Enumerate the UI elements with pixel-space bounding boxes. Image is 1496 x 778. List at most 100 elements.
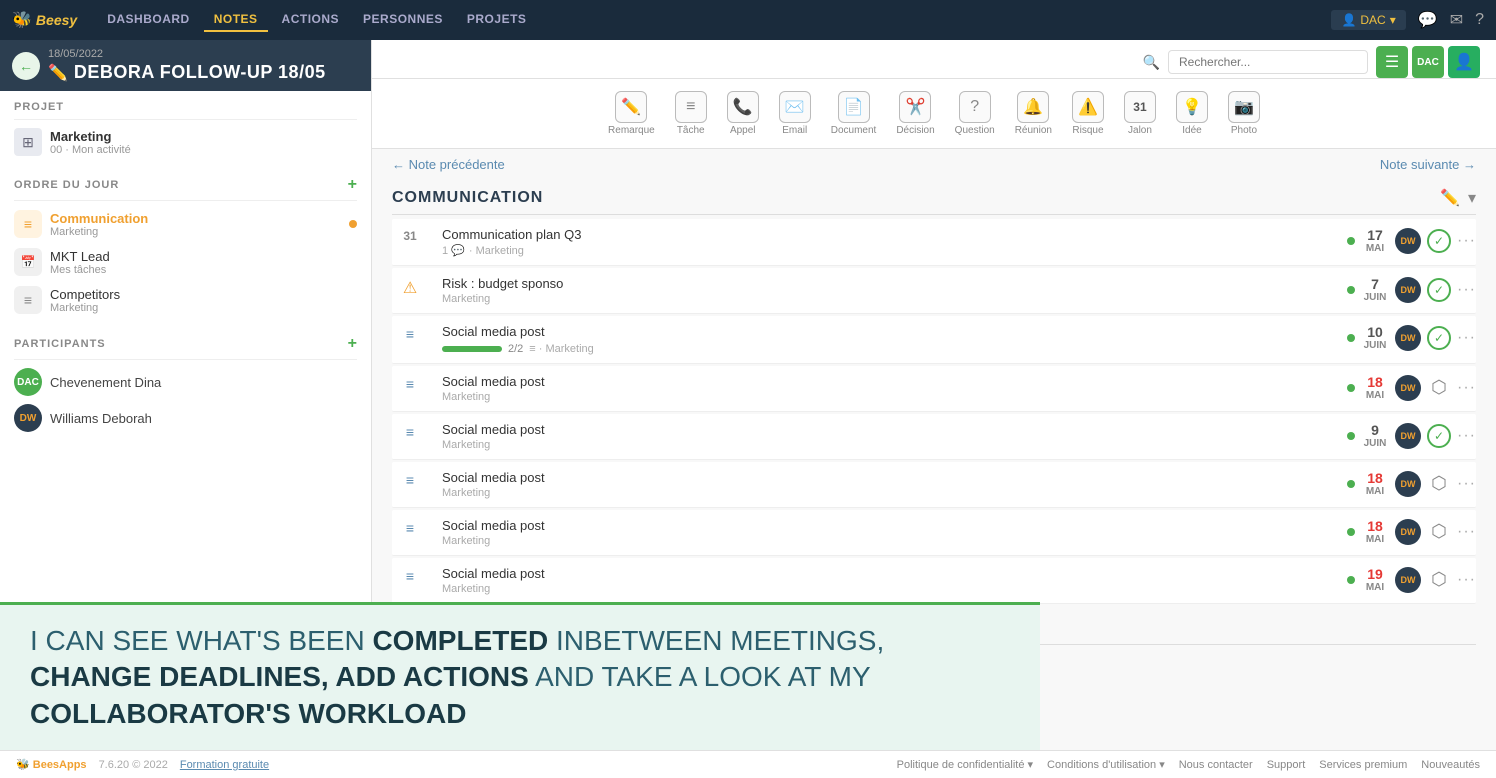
more-button-3[interactable]: ··· [1457, 329, 1476, 347]
communication-section-header: COMMUNICATION ✏️ ▾ [392, 180, 1476, 215]
jalon-label: Jalon [1128, 125, 1152, 136]
tool-document[interactable]: 📄 Document [823, 87, 885, 140]
check-status-2[interactable]: ✓ [1427, 278, 1451, 302]
tool-idee[interactable]: 💡 Idée [1168, 87, 1216, 140]
avatar-icon-2[interactable]: 👤 [1448, 46, 1480, 78]
note-row: ≡ Social media post Marketing 9 JUIN DW … [392, 414, 1476, 460]
project-item[interactable]: ⊞ Marketing 00 · Mon activité [14, 124, 357, 160]
hex-status-6[interactable]: ⬡ [1427, 472, 1451, 496]
check-status-3[interactable]: ✓ [1427, 326, 1451, 350]
search-area: 🔍 ☰ DAC 👤 [1143, 46, 1480, 78]
note-sub-8: Marketing [442, 583, 1333, 595]
logo-bee-icon: 🐝 [12, 10, 32, 30]
top-navigation: 🐝 Beesy DASHBOARD NOTES ACTIONS PERSONNE… [0, 0, 1496, 40]
tool-reunion[interactable]: 🔔 Réunion [1007, 87, 1060, 140]
dw-avatar-1: DW [1395, 228, 1421, 254]
status-dot-8 [1347, 576, 1355, 584]
footer-support[interactable]: Support [1267, 759, 1306, 771]
note-content-7: Social media post Marketing [438, 518, 1337, 547]
document-icon: 📄 [838, 91, 870, 123]
note-sub-2: Marketing [442, 293, 1333, 305]
tool-remarque[interactable]: ✏️ Remarque [600, 87, 663, 140]
note-content-5: Social media post Marketing [438, 422, 1337, 451]
prev-note-button[interactable]: ← Note précédente [392, 157, 505, 172]
participant-dw-name: Williams Deborah [50, 411, 152, 426]
agenda-item-communication[interactable]: ≡ Communication Marketing [14, 205, 357, 243]
idee-label: Idée [1182, 125, 1201, 136]
check-status-5[interactable]: ✓ [1427, 424, 1451, 448]
hex-status-8[interactable]: ⬡ [1427, 568, 1451, 592]
user-menu-button[interactable]: 👤 DAC ▾ [1331, 10, 1405, 30]
note-meta-8: 19 MAI DW ⬡ ··· [1347, 566, 1476, 593]
note-title-2: Risk : budget sponso [442, 276, 1333, 291]
footer-terms[interactable]: Conditions d'utilisation ▾ [1047, 758, 1165, 771]
help-icon[interactable]: ? [1475, 11, 1484, 29]
add-agenda-button[interactable]: + [348, 176, 357, 194]
tool-decision[interactable]: ✂️ Décision [888, 87, 942, 140]
note-row: ≡ Social media post Marketing 18 MAI DW … [392, 366, 1476, 412]
agenda-item-competitors[interactable]: ≡ Competitors Marketing [14, 281, 357, 319]
more-button-6[interactable]: ··· [1457, 475, 1476, 493]
avatar-icon-1[interactable]: DAC [1412, 46, 1444, 78]
edit-section-button[interactable]: ✏️ [1440, 188, 1460, 208]
notes-top-bar: 🔍 ☰ DAC 👤 [372, 40, 1496, 79]
back-button[interactable]: ← [12, 52, 40, 80]
hex-status-4[interactable]: ⬡ [1427, 376, 1451, 400]
note-meta-5: 9 JUIN DW ✓ ··· [1347, 422, 1476, 449]
check-status-1[interactable]: ✓ [1427, 229, 1451, 253]
question-label: Question [955, 125, 995, 136]
add-participant-button[interactable]: + [348, 335, 357, 353]
participant-dac[interactable]: DAC Chevenement Dina [14, 364, 357, 400]
note-sub-6: Marketing [442, 487, 1333, 499]
date-badge-2: 7 JUIN [1361, 276, 1389, 303]
more-button-1[interactable]: ··· [1457, 232, 1476, 250]
more-button-8[interactable]: ··· [1457, 571, 1476, 589]
participant-dw[interactable]: DW Williams Deborah [14, 400, 357, 436]
nav-projets[interactable]: PROJETS [457, 8, 537, 32]
date-badge-4: 18 MAI [1361, 374, 1389, 401]
tool-question[interactable]: ? Question [947, 87, 1003, 140]
tool-email[interactable]: ✉️ Email [771, 87, 819, 140]
project-sub: 00 · Mon activité [50, 144, 131, 156]
collapse-section-button[interactable]: ▾ [1468, 188, 1476, 208]
nav-personnes[interactable]: PERSONNES [353, 8, 453, 32]
tool-appel[interactable]: 📞 Appel [719, 87, 767, 140]
note-content-3: Social media post 2/2 ≡ · Marketing [438, 324, 1337, 355]
status-dot-2 [1347, 286, 1355, 294]
tool-risque[interactable]: ⚠️ Risque [1064, 87, 1112, 140]
note-row: ≡ Social media post Marketing 18 MAI DW … [392, 462, 1476, 508]
more-button-2[interactable]: ··· [1457, 281, 1476, 299]
nav-actions[interactable]: ACTIONS [272, 8, 350, 32]
status-dot-4 [1347, 384, 1355, 392]
footer-nouveautes[interactable]: Nouveautés [1421, 759, 1480, 771]
mail-icon[interactable]: ✉ [1450, 10, 1463, 30]
agenda-item-mkt-icon: 📅 [14, 248, 42, 276]
tool-jalon[interactable]: 31 Jalon [1116, 87, 1164, 140]
more-button-4[interactable]: ··· [1457, 379, 1476, 397]
agenda-item-mkt-lead[interactable]: 📅 MKT Lead Mes tâches [14, 243, 357, 281]
comment-count-1: 1 💬 [442, 244, 465, 257]
tool-photo[interactable]: 📷 Photo [1220, 87, 1268, 140]
note-content-1: Communication plan Q3 1 💬 · Marketing [438, 227, 1337, 257]
next-note-button[interactable]: Note suivante → [1380, 157, 1476, 172]
nav-notes[interactable]: NOTES [204, 8, 268, 32]
note-row: 31 Communication plan Q3 1 💬 · Marketing… [392, 219, 1476, 266]
project-info: Marketing 00 · Mon activité [50, 129, 131, 156]
footer-contact[interactable]: Nous contacter [1179, 759, 1253, 771]
hex-status-7[interactable]: ⬡ [1427, 520, 1451, 544]
search-input[interactable] [1168, 50, 1368, 74]
footer-privacy[interactable]: Politique de confidentialité ▾ [897, 758, 1033, 771]
nav-dashboard[interactable]: DASHBOARD [97, 8, 200, 32]
note-sub-5: Marketing [442, 439, 1333, 451]
more-button-5[interactable]: ··· [1457, 427, 1476, 445]
agenda-item-mkt-text: MKT Lead Mes tâches [50, 249, 357, 276]
footer-premium[interactable]: Services premium [1319, 759, 1407, 771]
chat-icon[interactable]: 💬 [1418, 10, 1438, 30]
more-button-7[interactable]: ··· [1457, 523, 1476, 541]
dw-avatar-2: DW [1395, 277, 1421, 303]
date-badge-3: 10 JUIN [1361, 324, 1389, 351]
footer-formation[interactable]: Formation gratuite [180, 759, 269, 771]
agenda-item-communication-icon: ≡ [14, 210, 42, 238]
tool-tache[interactable]: ≡ Tâche [667, 87, 715, 140]
list-view-icon[interactable]: ☰ [1376, 46, 1408, 78]
